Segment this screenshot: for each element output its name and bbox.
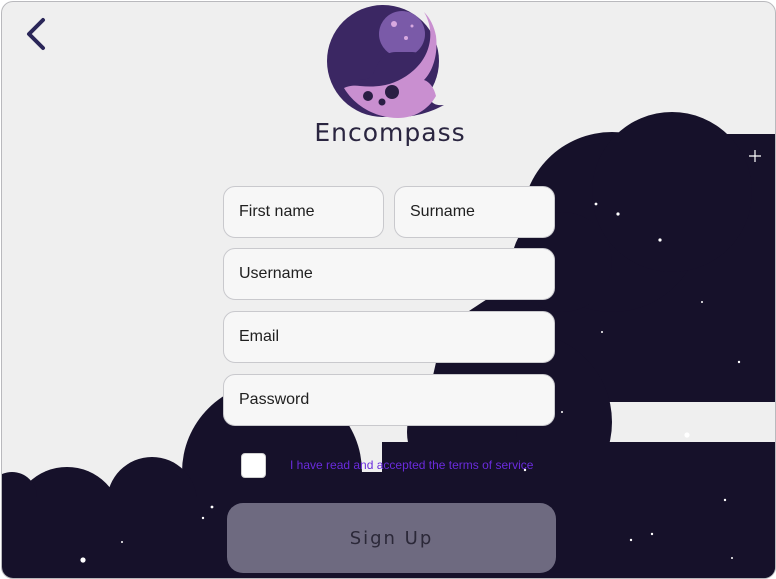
- sign-up-button[interactable]: Sign Up: [227, 503, 556, 573]
- app-brand-name: Encompass: [314, 118, 466, 147]
- encompass-logo-icon: [327, 5, 444, 118]
- password-field[interactable]: [223, 374, 555, 426]
- email-field[interactable]: [223, 311, 555, 363]
- username-field[interactable]: [223, 248, 555, 300]
- terms-checkbox[interactable]: [241, 453, 266, 478]
- terms-of-service-link[interactable]: I have read and accepted the terms of se…: [290, 458, 533, 472]
- back-chevron-icon[interactable]: [22, 16, 54, 52]
- first-name-field[interactable]: [223, 186, 384, 238]
- surname-field[interactable]: [394, 186, 555, 238]
- signup-window: Encompass I have read and accepted the t…: [1, 1, 776, 579]
